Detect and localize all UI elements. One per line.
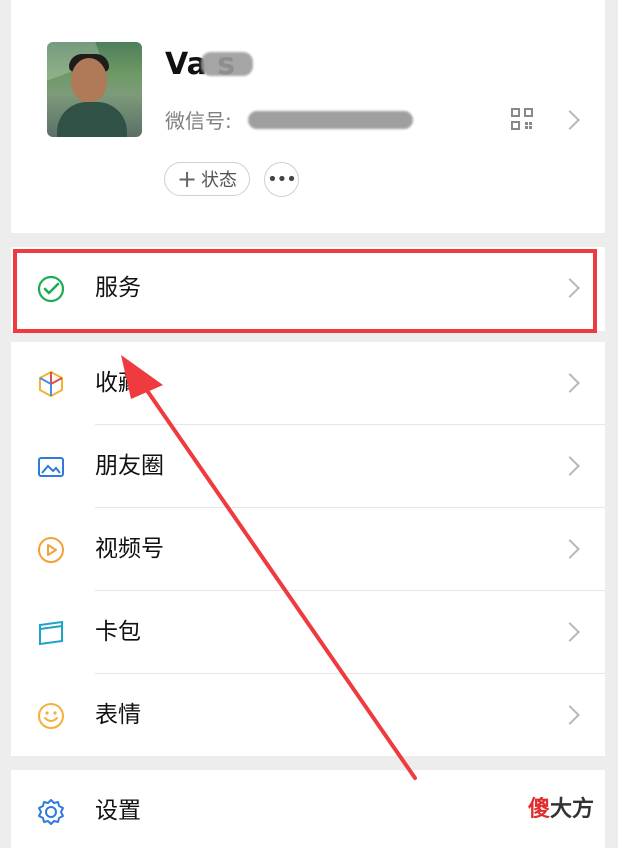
profile-card[interactable]: Va s 微信号: + 状态 ••• bbox=[11, 0, 605, 233]
list-item-cards[interactable]: 卡包 bbox=[11, 591, 605, 674]
chevron-right-icon bbox=[560, 278, 580, 298]
chevron-right-icon bbox=[560, 373, 580, 393]
avatar-face bbox=[71, 58, 107, 102]
settings-row[interactable]: 设置 bbox=[11, 770, 605, 848]
list-item-label: 朋友圈 bbox=[95, 453, 164, 479]
chevron-right-icon bbox=[560, 622, 580, 642]
stickers-icon bbox=[38, 703, 64, 729]
cards-icon bbox=[39, 620, 63, 646]
favorites-icon bbox=[39, 370, 63, 398]
watermark-text: 大方 bbox=[550, 797, 595, 822]
avatar[interactable] bbox=[47, 42, 142, 137]
service-label: 服务 bbox=[95, 275, 141, 301]
more-button[interactable]: ••• bbox=[264, 162, 299, 197]
watermark: 傻大方 bbox=[528, 795, 594, 825]
list-item-label: 收藏 bbox=[95, 370, 141, 396]
list-item-label: 表情 bbox=[95, 702, 141, 728]
chevron-right-icon bbox=[560, 456, 580, 476]
channels-icon bbox=[38, 537, 64, 563]
settings-section: 设置 bbox=[11, 770, 605, 848]
list-item-channels[interactable]: 视频号 bbox=[11, 508, 605, 591]
services-list: 收藏 朋友圈 视频号 卡包 表情 bbox=[11, 342, 605, 756]
status-button[interactable]: + 状态 bbox=[164, 162, 250, 196]
plus-icon: + bbox=[176, 164, 198, 193]
settings-gear-icon bbox=[38, 799, 64, 825]
chevron-right-icon[interactable] bbox=[560, 110, 580, 130]
list-item-stickers[interactable]: 表情 bbox=[11, 674, 605, 757]
list-item-moments[interactable]: 朋友圈 bbox=[11, 425, 605, 508]
list-item-label: 视频号 bbox=[95, 536, 164, 562]
service-row[interactable]: 服务 bbox=[11, 247, 605, 330]
avatar-body bbox=[57, 102, 127, 137]
moments-icon bbox=[38, 457, 64, 477]
chevron-right-icon bbox=[560, 705, 580, 725]
status-label: 状态 bbox=[201, 170, 238, 191]
wechat-id-label: 微信号: bbox=[165, 109, 232, 133]
watermark-char: 傻 bbox=[528, 797, 551, 822]
qr-code-icon[interactable] bbox=[511, 108, 533, 130]
service-section: 服务 bbox=[11, 247, 605, 331]
profile-name-redaction bbox=[201, 52, 253, 76]
service-icon bbox=[37, 275, 65, 303]
chevron-right-icon bbox=[560, 539, 580, 559]
more-dots-icon: ••• bbox=[267, 169, 297, 190]
list-item-label: 卡包 bbox=[95, 619, 141, 645]
settings-label: 设置 bbox=[95, 798, 141, 824]
wechat-id-redaction bbox=[248, 111, 413, 129]
list-item-favorites[interactable]: 收藏 bbox=[11, 342, 605, 425]
